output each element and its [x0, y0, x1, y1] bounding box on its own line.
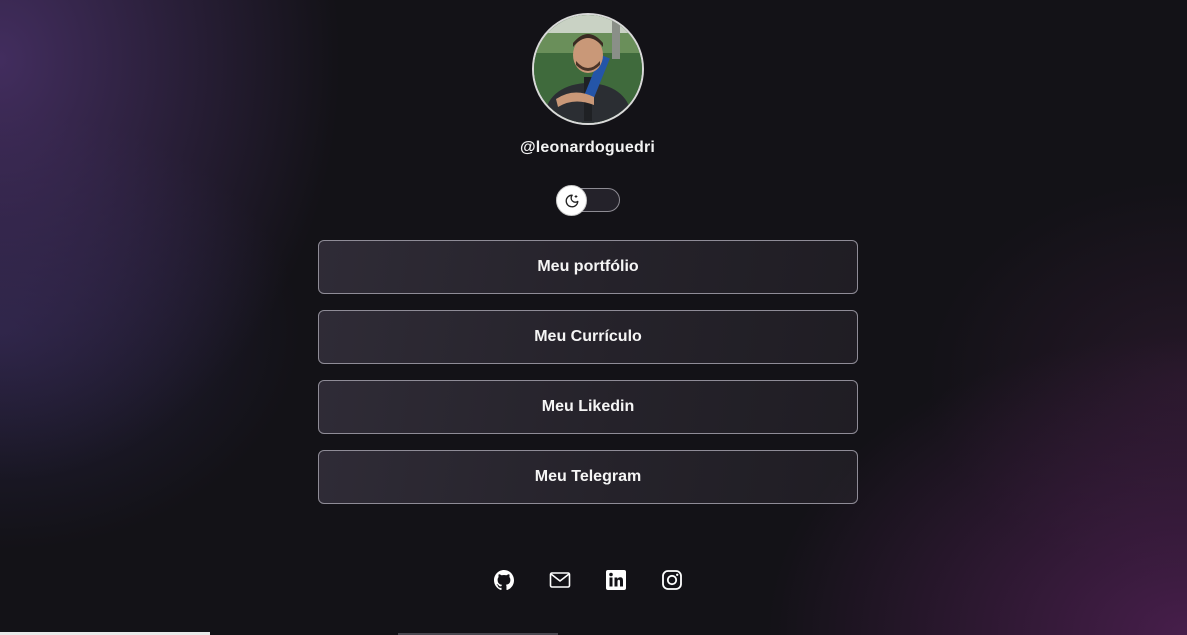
link-label: Meu Likedin	[541, 398, 635, 415]
instagram-icon[interactable]	[660, 568, 684, 592]
username: @leonardoguedri	[519, 139, 656, 156]
social-icons	[492, 568, 688, 592]
portfolio-link-button[interactable]: Meu portfólio	[318, 240, 858, 294]
moon-icon	[565, 194, 578, 207]
link-label: Meu Currículo	[534, 328, 642, 345]
link-label: Meu portfólio	[537, 258, 639, 275]
github-icon[interactable]	[492, 568, 516, 592]
avatar	[532, 13, 644, 125]
curriculum-link-button[interactable]: Meu Currículo	[318, 310, 858, 364]
email-icon[interactable]	[548, 568, 572, 592]
avatar-image	[534, 15, 642, 123]
link-label: Meu Telegram	[534, 468, 642, 485]
links-list: Meu portfólio Meu Currículo Meu Likedin …	[318, 240, 858, 520]
theme-toggle[interactable]	[556, 185, 620, 216]
link-tree-page: @leonardoguedri Meu portfólio Meu Curríc…	[0, 0, 1187, 635]
toggle-knob[interactable]	[556, 185, 587, 216]
linkedin-link-button[interactable]: Meu Likedin	[318, 380, 858, 434]
telegram-link-button[interactable]: Meu Telegram	[318, 450, 858, 504]
linkedin-icon[interactable]	[604, 568, 628, 592]
